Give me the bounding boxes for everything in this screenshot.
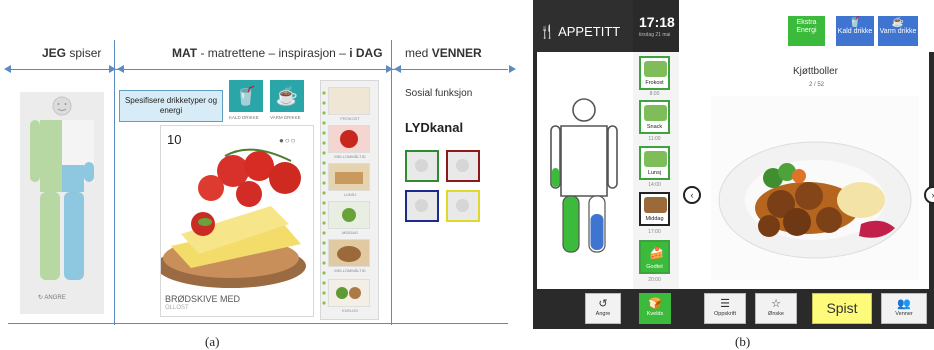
meal-label: KVELDS: [324, 308, 376, 313]
clock-time: 17:18: [639, 14, 675, 30]
friend-tile[interactable]: [446, 190, 480, 222]
time-label: 20:00: [639, 277, 670, 283]
warm-drink-button[interactable]: ☕Varm drikke: [878, 16, 918, 46]
meal-thumb-breakfast[interactable]: [328, 87, 370, 115]
arrow-left: [4, 65, 11, 73]
warm-drink-button[interactable]: ☕: [270, 80, 304, 112]
divider: [114, 40, 115, 325]
meal-evening[interactable]: 🍞Kvelds: [639, 293, 671, 324]
smiley-icon: [415, 159, 428, 172]
eaten-button[interactable]: Spist: [812, 293, 872, 324]
time-label: 14:00: [639, 182, 670, 188]
meal-thumb-snack2[interactable]: [328, 239, 370, 267]
dish-photo[interactable]: [711, 96, 919, 280]
time-label: 8:00: [639, 91, 670, 97]
treat-icon: 🍰: [649, 246, 664, 260]
food-subtitle: OLLOST: [165, 305, 189, 311]
smiley-icon: [456, 199, 469, 212]
food-thumbnail: [644, 105, 667, 121]
warm-drink-label: VARM DRIKKE: [270, 115, 301, 120]
clock-date: tirsdag 21 mai: [639, 32, 670, 38]
undo-icon: ↻: [38, 295, 43, 301]
meal-label: MELLOMMÅLTID: [324, 154, 376, 159]
meal-thumb-snack[interactable]: [328, 125, 370, 153]
meal-label: LUNSJ: [324, 192, 376, 197]
undo-icon: ↺: [586, 297, 620, 311]
friends-button[interactable]: 👥Venner: [881, 293, 927, 324]
arrow-right: [509, 65, 516, 73]
people-icon: 👥: [882, 297, 926, 311]
meal-treat[interactable]: 🍰Godtet: [639, 240, 670, 274]
time-label: 17:00: [639, 229, 670, 235]
glass-icon: 🥤: [235, 86, 257, 106]
dish-name: Kjøttboller: [793, 66, 838, 77]
caption-b: (b): [735, 334, 750, 350]
meal-lunch[interactable]: Lunsj: [639, 146, 670, 180]
caption-a: (a): [205, 334, 219, 350]
meal-strip: FROKOST MELLOMMÅLTID LUNSJ MIDDAG MELLOM…: [320, 80, 379, 320]
meal-thumb-lunch[interactable]: [328, 163, 370, 191]
cup-icon: ☕: [276, 86, 298, 106]
social-function-label: Sosial funksjon: [405, 88, 472, 99]
extra-energy-button[interactable]: Ekstra Energi: [788, 16, 825, 46]
list-icon: ☰: [705, 297, 745, 311]
arrow-left: [394, 65, 401, 73]
food-thumbnail: [644, 197, 667, 213]
dish-index: 2 / 52: [809, 82, 824, 88]
page-dots-icon: ●○○: [279, 136, 297, 145]
food-number: 10: [167, 132, 181, 147]
jeg-spiser-header: JEG spiser: [42, 46, 101, 60]
bread-icon: 🍞: [640, 297, 670, 311]
chevron-left-icon: ‹: [691, 190, 694, 200]
cold-drink-button[interactable]: 🥤: [229, 80, 263, 112]
undo-button[interactable]: ↺Angre: [585, 293, 621, 324]
cold-drink-label: KALD DRIKKE: [229, 115, 259, 120]
cutlery-icon: 🍴: [539, 24, 555, 39]
food-thumbnail: [644, 61, 667, 77]
meal-breakfast[interactable]: Frokost: [639, 56, 670, 90]
friend-tile[interactable]: [405, 190, 439, 222]
app-title: 🍴 APPETITT: [539, 24, 620, 40]
meal-label: MIDDAG: [324, 230, 376, 235]
glass-icon: 🥤: [849, 17, 861, 28]
food-card[interactable]: 10 ●○○ BRØDSKIVE MED OLLOST: [160, 125, 314, 317]
food-thumbnail: [644, 151, 667, 167]
star-icon: ☆: [756, 297, 796, 311]
food-title: BRØDSKIVE MED: [165, 294, 240, 304]
cold-drink-button[interactable]: 🥤Kald drikke: [836, 16, 874, 46]
food-photo: [161, 126, 313, 291]
med-venner-header: med VENNER: [405, 46, 482, 60]
wish-button[interactable]: ☆Ønske: [755, 293, 797, 324]
panel-a: JEG spiser MAT - matrettene – inspirasjo…: [0, 0, 520, 349]
smiley-icon: [456, 159, 469, 172]
recipe-button[interactable]: ☰Oppskrift: [704, 293, 746, 324]
meal-dinner[interactable]: Middag: [639, 192, 670, 226]
previous-dish-button[interactable]: ‹: [683, 186, 701, 204]
meal-snack[interactable]: Snack: [639, 100, 670, 134]
mat-header: MAT - matrettene – inspirasjon – i DAG: [172, 46, 383, 60]
arrow-left: [117, 65, 124, 73]
divider: [391, 40, 392, 325]
cup-icon: ☕: [892, 17, 904, 28]
friend-tile[interactable]: [405, 150, 439, 182]
time-label: 11:00: [639, 136, 670, 142]
panel-b: 🍴 APPETITT 17:18 tirsdag 21 mai Ekstra E…: [533, 0, 934, 329]
meal-thumb-evening[interactable]: [328, 279, 370, 307]
friend-tile[interactable]: [446, 150, 480, 182]
header-arrow-line: [8, 69, 508, 70]
meal-label: MELLOMMÅLTID: [324, 268, 376, 273]
specify-drinks-box: Spesifisere drikketyper og energi: [119, 90, 223, 122]
meal-label: FROKOST: [324, 116, 376, 121]
smiley-icon: [415, 199, 428, 212]
bottom-line: [8, 323, 508, 324]
meal-thumb-dinner[interactable]: [328, 201, 370, 229]
undo-button[interactable]: ↻ ANGRE: [38, 294, 66, 301]
sound-channel-label: LYDkanal: [405, 120, 463, 135]
body-status-figure: [20, 92, 104, 314]
body-status-figure: [547, 96, 621, 256]
